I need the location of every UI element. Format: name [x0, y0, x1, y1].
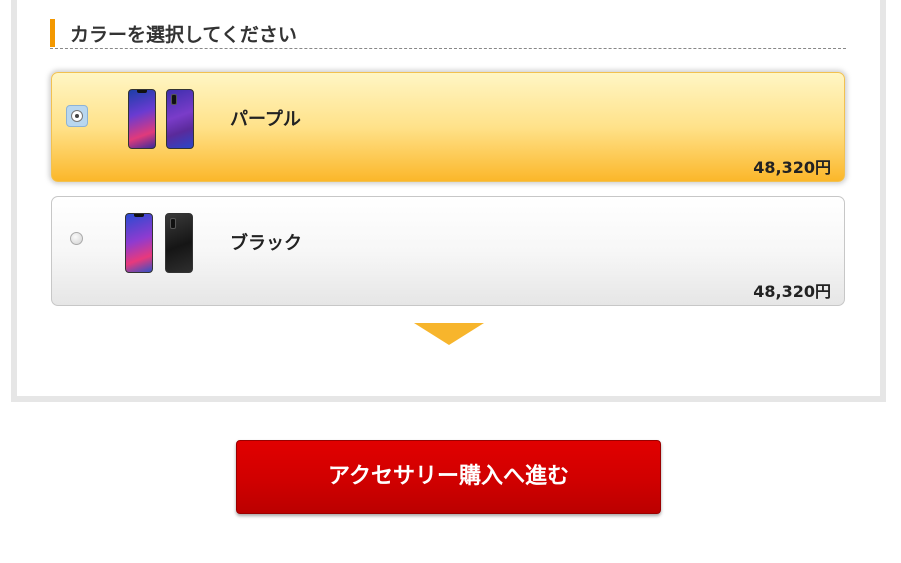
heading-title: カラーを選択してください: [70, 24, 297, 46]
option-name: パープル: [230, 109, 301, 130]
chevron-down-icon: [414, 323, 484, 345]
color-option-purple[interactable]: パープル 48,320円: [51, 72, 845, 182]
radio-ring: [71, 110, 83, 122]
radio-unselected[interactable]: [70, 232, 83, 245]
phone-front-image: [125, 213, 153, 273]
phone-front-image: [128, 89, 156, 149]
phone-notch: [137, 90, 147, 93]
option-price: 48,320円: [753, 282, 831, 301]
proceed-to-accessories-button[interactable]: アクセサリー購入へ進む: [236, 440, 661, 514]
option-name: ブラック: [230, 233, 302, 254]
section-heading: カラーを選択してください: [50, 18, 846, 49]
black-phone-image: [125, 213, 200, 275]
camera-icon: [171, 94, 177, 105]
phone-back-image: [165, 213, 193, 273]
radio-selected[interactable]: [66, 105, 88, 127]
phone-notch: [134, 214, 144, 217]
camera-icon: [170, 218, 176, 229]
option-price: 48,320円: [753, 158, 831, 177]
purple-phone-image: [128, 89, 203, 151]
radio-dot: [75, 114, 79, 118]
heading-accent-bar: [50, 19, 55, 47]
color-option-black[interactable]: ブラック 48,320円: [51, 196, 845, 306]
phone-back-image: [166, 89, 194, 149]
